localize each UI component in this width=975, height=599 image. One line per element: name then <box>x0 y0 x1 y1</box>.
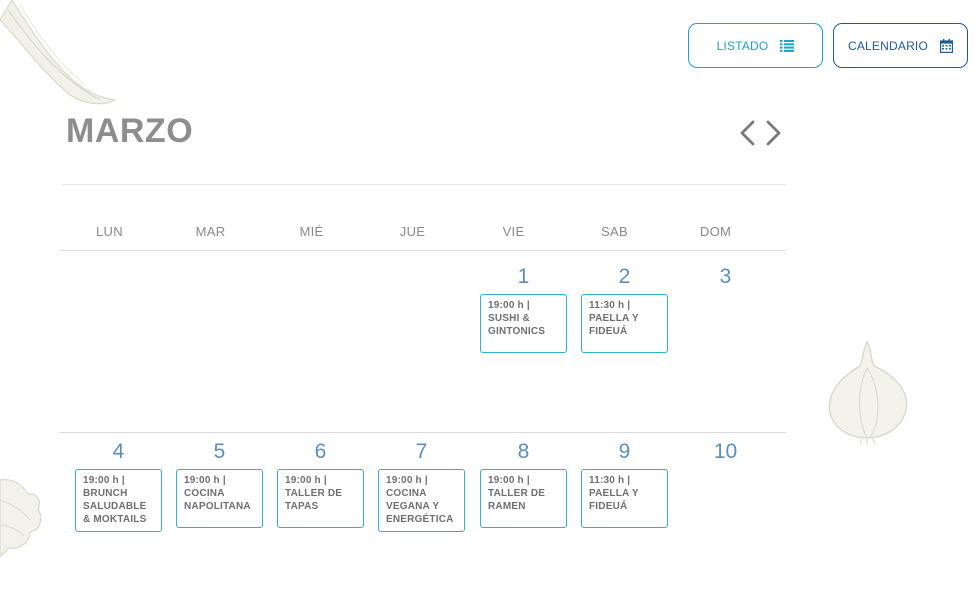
day-number: 4 <box>112 440 125 463</box>
event-time: 19:00 h | <box>184 475 226 486</box>
day-cell: 4 19:00 h | BRUNCH SALUDABLE & MOKTAILS <box>68 439 169 532</box>
event-card[interactable]: 19:00 h | TALLER DE RAMEN <box>480 469 567 528</box>
weekday-fri: VIE <box>502 224 525 239</box>
decorative-garlic-illustration <box>828 340 908 445</box>
weekday-sun: DOM <box>699 224 732 239</box>
day-number: 8 <box>517 440 530 463</box>
day-cell: 8 19:00 h | TALLER DE RAMEN <box>473 439 574 528</box>
day-number: 10 <box>713 440 738 463</box>
event-title: PAELLA Y FIDEUÁ <box>589 313 639 337</box>
list-icon <box>780 39 795 52</box>
day-number: 3 <box>719 265 732 288</box>
day-cell: 3 <box>675 264 776 290</box>
event-title: COCINA NAPOLITANA <box>184 488 251 512</box>
week-divider <box>59 432 786 433</box>
day-cell: 9 11:30 h | PAELLA Y FIDEUÁ <box>574 439 675 528</box>
event-card[interactable]: 11:30 h | PAELLA Y FIDEUÁ <box>581 294 668 353</box>
day-cell: 5 19:00 h | COCINA NAPOLITANA <box>169 439 270 528</box>
event-title: COCINA VEGANA Y ENERGÉTICA <box>386 488 454 525</box>
listado-label: LISTADO <box>716 38 769 53</box>
chevron-right-icon[interactable] <box>764 120 782 146</box>
day-cell: 2 11:30 h | PAELLA Y FIDEUÁ <box>574 264 675 353</box>
weekday-divider <box>59 250 786 251</box>
event-time: 19:00 h | <box>285 475 327 486</box>
event-time: 11:30 h | <box>589 300 631 311</box>
event-title: SUSHI & GINTONICS <box>488 313 546 337</box>
weekday-thu: JUE <box>399 224 426 239</box>
event-card[interactable]: 19:00 h | SUSHI & GINTONICS <box>480 294 567 353</box>
event-title: BRUNCH SALUDABLE & MOKTAILS <box>83 488 147 525</box>
event-time: 19:00 h | <box>386 475 428 486</box>
calendario-view-button[interactable]: CALENDARIO <box>833 23 968 68</box>
month-title: MARZO <box>66 112 194 150</box>
day-number: 5 <box>213 440 226 463</box>
event-title: TALLER DE TAPAS <box>285 488 343 512</box>
event-card[interactable]: 19:00 h | COCINA NAPOLITANA <box>176 469 263 528</box>
day-cell: 6 19:00 h | TALLER DE TAPAS <box>270 439 371 528</box>
listado-view-button[interactable]: LISTADO <box>688 23 823 68</box>
weekday-wed: MIÉ <box>299 224 324 239</box>
event-card[interactable]: 19:00 h | TALLER DE TAPAS <box>277 469 364 528</box>
event-card[interactable]: 19:00 h | COCINA VEGANA Y ENERGÉTICA <box>378 469 465 532</box>
weekday-mon: LUN <box>96 224 123 239</box>
day-cell: 10 <box>675 439 776 465</box>
event-time: 19:00 h | <box>83 475 125 486</box>
day-number: 2 <box>618 265 631 288</box>
day-number: 1 <box>517 265 530 288</box>
event-time: 19:00 h | <box>488 475 530 486</box>
decorative-herb-illustration <box>0 0 117 105</box>
day-number: 9 <box>618 440 631 463</box>
calendario-label: CALENDARIO <box>847 38 929 53</box>
day-cell: 7 19:00 h | COCINA VEGANA Y ENERGÉTICA <box>371 439 472 532</box>
weekday-sat: SAB <box>601 224 628 239</box>
event-time: 11:30 h | <box>589 475 631 486</box>
day-cell: 1 19:00 h | SUSHI & GINTONICS <box>473 264 574 353</box>
event-time: 19:00 h | <box>488 300 530 311</box>
day-number: 6 <box>314 440 327 463</box>
header-divider <box>62 184 786 185</box>
calendar-icon <box>940 38 954 53</box>
weekday-header: LUN MAR MIÉ JUE VIE SAB DOM <box>59 224 766 239</box>
day-number: 7 <box>415 440 428 463</box>
event-card[interactable]: 19:00 h | BRUNCH SALUDABLE & MOKTAILS <box>75 469 162 532</box>
decorative-parsley-illustration <box>0 479 42 557</box>
chevron-left-icon[interactable] <box>739 120 757 146</box>
event-title: TALLER DE RAMEN <box>488 488 546 512</box>
weekday-tue: MAR <box>195 224 226 239</box>
event-title: PAELLA Y FIDEUÁ <box>589 488 639 512</box>
event-card[interactable]: 11:30 h | PAELLA Y FIDEUÁ <box>581 469 668 528</box>
